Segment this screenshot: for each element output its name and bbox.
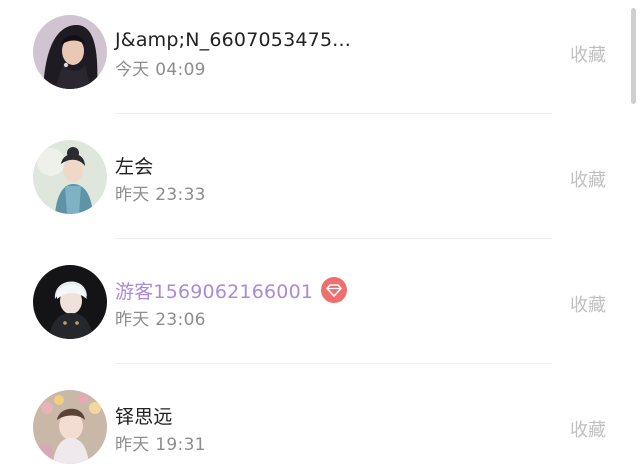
visitor-list-screen: J&amp;N_6607053475... 今天 04:09 收藏 左会 昨天 … (0, 0, 640, 472)
favorite-button[interactable]: 收藏 (570, 416, 606, 442)
visitor-name[interactable]: 左会 (115, 152, 153, 179)
name-line: 游客1569062166001 (115, 277, 348, 304)
name-line: 铎思远 (115, 402, 173, 428)
list-item[interactable]: 左会 昨天 23:33 收藏 (0, 114, 640, 239)
avatar-image (33, 140, 107, 214)
favorite-button[interactable]: 收藏 (570, 166, 606, 192)
visit-time: 昨天 19:31 (115, 435, 206, 455)
list-item[interactable]: 游客1569062166001 昨天 23:06 收藏 (0, 239, 640, 364)
favorite-button[interactable]: 收藏 (570, 41, 606, 67)
avatar-image (33, 390, 107, 464)
avatar[interactable] (33, 140, 107, 214)
visit-time: 昨天 23:33 (115, 185, 206, 205)
avatar-image (33, 15, 107, 89)
visitor-name[interactable]: 游客1569062166001 (115, 277, 313, 304)
list-item[interactable]: J&amp;N_6607053475... 今天 04:09 收藏 (0, 0, 640, 114)
visitor-name[interactable]: J&amp;N_6607053475... (115, 29, 351, 51)
list-item[interactable]: 铎思远 昨天 19:31 收藏 (0, 364, 640, 472)
visit-time: 今天 04:09 (115, 60, 206, 80)
diamond-icon (321, 277, 348, 303)
favorite-button[interactable]: 收藏 (570, 291, 606, 317)
scrollbar[interactable] (631, 8, 636, 104)
name-line: 左会 (115, 152, 153, 178)
name-line: J&amp;N_6607053475... (115, 27, 351, 53)
avatar[interactable] (33, 15, 107, 89)
avatar[interactable] (33, 390, 107, 464)
visitor-name[interactable]: 铎思远 (115, 402, 173, 429)
avatar[interactable] (33, 265, 107, 339)
avatar-image (33, 265, 107, 339)
visit-time: 昨天 23:06 (115, 310, 206, 330)
